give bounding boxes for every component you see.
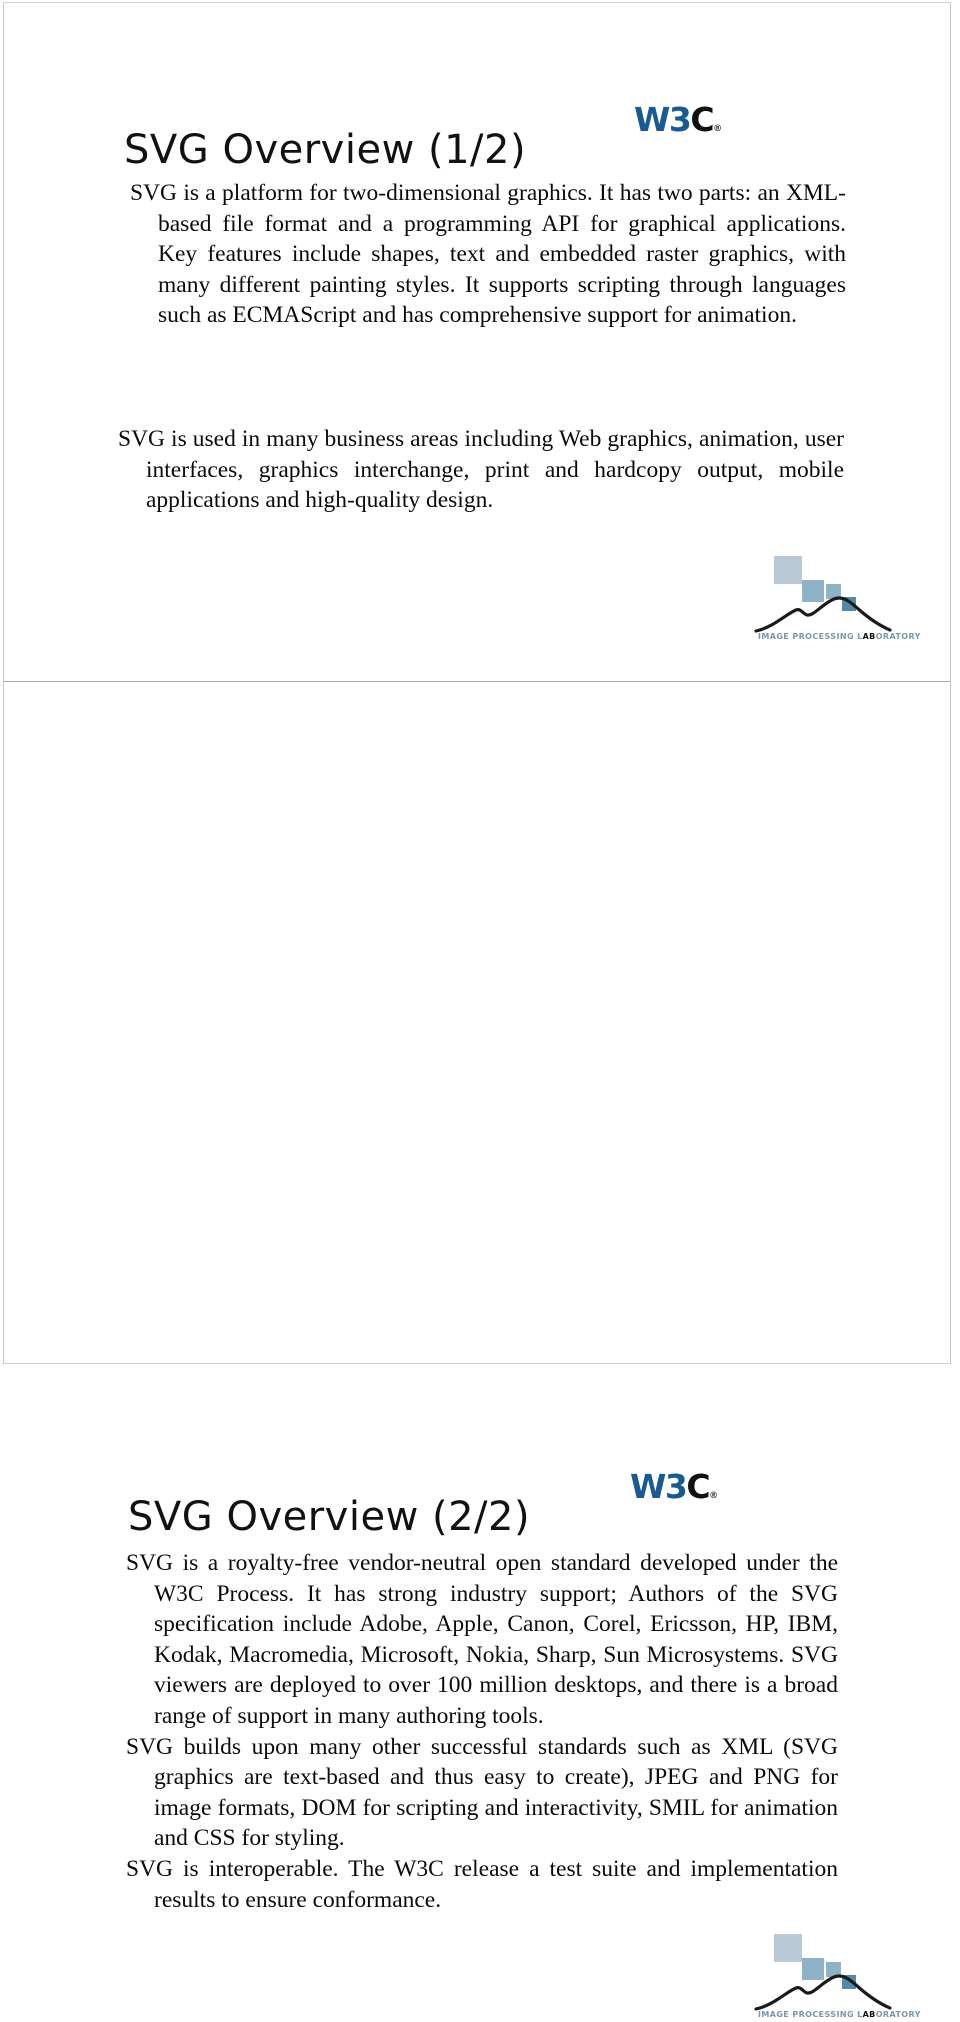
- ipl-wordmark-prefix: Image Processing L: [758, 632, 863, 641]
- paragraph: SVG builds upon many other successful st…: [126, 1733, 838, 1852]
- w3c-logo-black-text: C: [686, 1467, 710, 1506]
- ipl-wordmark-prefix: Image Processing L: [758, 2010, 863, 2019]
- w3c-logo-black-text: C: [690, 100, 714, 139]
- slide-2-body-block: SVG is a royalty-free vendor-neutral ope…: [126, 1548, 838, 1915]
- slide-1-paragraph-1-block: SVG is a platform for two-dimensional gr…: [130, 178, 846, 331]
- slide-1: SVG Overview (1/2) W3C® SVG is a platfor…: [0, 0, 960, 681]
- ipl-wordmark: Image Processing LABoratory: [758, 631, 920, 642]
- paragraph: SVG is interoperable. The W3C release a …: [126, 1855, 838, 1913]
- paragraph: SVG is a platform for two-dimensional gr…: [130, 180, 846, 329]
- registered-mark-icon: ®: [709, 1491, 719, 1501]
- registered-mark-icon: ®: [713, 124, 723, 134]
- slide-1-paragraph-2-block: SVG is used in many business areas inclu…: [118, 424, 844, 516]
- ipl-wordmark-dark: AB: [862, 2010, 876, 2019]
- w3c-logo-blue-text: W3: [630, 1467, 688, 1506]
- image-processing-laboratory-logo: Image Processing LABoratory: [752, 552, 920, 644]
- ipl-wordmark-suffix: oratory: [875, 2010, 921, 2019]
- ipl-wordmark-suffix: oratory: [875, 632, 921, 641]
- page-title-slide-1: SVG Overview (1/2): [124, 126, 527, 173]
- ipl-wordmark-dark: AB: [862, 632, 876, 641]
- w3c-logo-blue-text: W3: [634, 100, 692, 139]
- w3c-logo-icon: W3C®: [630, 1467, 719, 1506]
- w3c-logo-icon: W3C®: [634, 100, 723, 139]
- paragraph: SVG is a royalty-free vendor-neutral ope…: [126, 1550, 838, 1729]
- image-processing-laboratory-logo: Image Processing LABoratory: [752, 1930, 920, 2022]
- ipl-wordmark: Image Processing LABoratory: [758, 2009, 920, 2020]
- page-title-slide-2: SVG Overview (2/2): [128, 1493, 531, 1540]
- paragraph: SVG is used in many business areas inclu…: [118, 426, 844, 514]
- slide-2: SVG Overview (2/2) W3C® SVG is a royalty…: [0, 682, 960, 2020]
